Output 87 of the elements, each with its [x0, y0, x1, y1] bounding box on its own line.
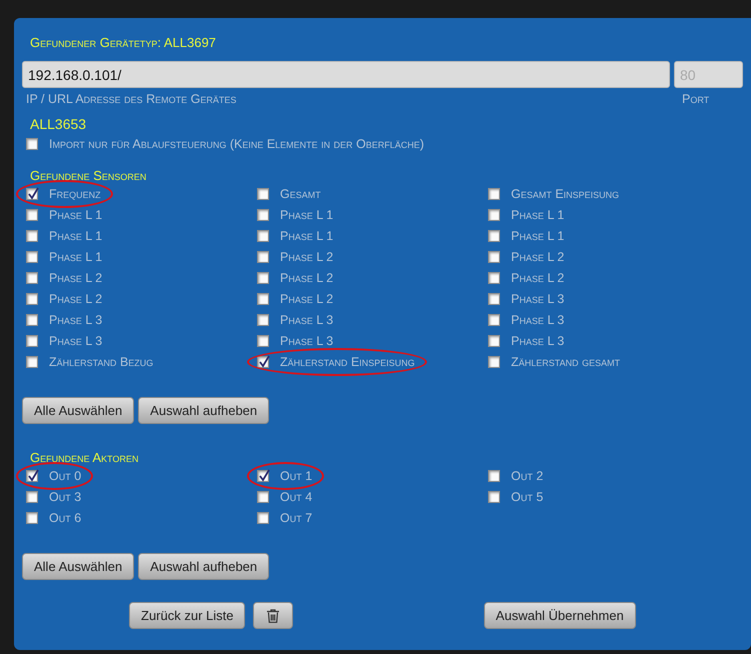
checkbox[interactable] [488, 251, 500, 263]
checkbox-label: Out 3 [49, 489, 82, 505]
checkbox-label: Phase L 1 [49, 249, 102, 265]
checkbox-label: Out 6 [49, 510, 82, 526]
checkbox[interactable] [26, 188, 38, 200]
checkbox[interactable] [26, 230, 38, 242]
checkbox-label: Phase L 1 [511, 228, 564, 244]
device-type-heading: Gefundener Gerätetyp: ALL3697 [30, 34, 217, 52]
checkbox-label: Phase L 2 [280, 249, 334, 265]
checkbox[interactable] [257, 209, 269, 221]
section-heading: Gefundene Sensoren [30, 167, 148, 185]
checkbox-label: Phase L 1 [511, 207, 564, 223]
address-field[interactable]: 192.168.0.101/ [22, 61, 670, 88]
trash-icon [267, 608, 280, 622]
checkbox[interactable] [257, 251, 269, 263]
checkbox-label: Phase L 2 [49, 270, 102, 286]
checkbox[interactable] [26, 470, 38, 482]
checkbox[interactable] [488, 272, 500, 284]
checkbox-label: Phase L 2 [280, 291, 334, 307]
checkbox[interactable] [26, 335, 38, 347]
deselect-button[interactable]: Auswahl aufheben [138, 397, 270, 424]
checkbox[interactable] [257, 230, 269, 242]
checkbox-label: Phase L 2 [49, 291, 102, 307]
delete-button[interactable] [253, 602, 294, 629]
checkbox[interactable] [488, 470, 500, 482]
checkbox[interactable] [488, 209, 500, 221]
back-button[interactable]: Zurück zur Liste [129, 602, 246, 629]
checkbox-label: Out 0 [49, 468, 82, 484]
checkbox-label: Phase L 3 [511, 312, 564, 328]
device-name: ALL3653 [30, 115, 88, 133]
checkbox-label: Zählerstand Bezug [49, 354, 154, 370]
deselect-button[interactable]: Auswahl aufheben [138, 553, 270, 580]
checkbox-label: Phase L 2 [280, 270, 334, 286]
select-all-button[interactable]: Alle Auswählen [22, 553, 134, 580]
checkbox-label: Phase L 1 [49, 228, 102, 244]
checkbox-label: Zählerstand gesamt [511, 354, 620, 370]
checkbox-label: Frequenz [49, 186, 101, 202]
checkbox[interactable] [26, 314, 38, 326]
apply-button[interactable]: Auswahl Übernehmen [484, 602, 636, 629]
checkbox-label: Phase L 2 [511, 270, 564, 286]
checkbox-label: Phase L 3 [49, 312, 102, 328]
checkbox-label: Out 5 [511, 489, 544, 505]
checkbox-label: Out 4 [280, 489, 312, 505]
checkbox[interactable] [26, 356, 38, 368]
checkbox[interactable] [26, 512, 38, 524]
checkbox[interactable] [257, 314, 269, 326]
checkbox-label: Phase L 3 [49, 333, 102, 349]
select-all-button[interactable]: Alle Auswählen [22, 397, 134, 424]
checkbox[interactable] [488, 293, 500, 305]
checkbox-label: Gesamt [280, 186, 321, 202]
checkbox-label: Out 1 [280, 468, 312, 484]
checkbox-label: Import nur für Ablaufsteuerung (Keine Elemente in der Oberfläche) [49, 136, 424, 152]
checkbox[interactable] [257, 491, 269, 503]
checkbox-label: Out 7 [280, 510, 312, 526]
checkbox[interactable] [257, 188, 269, 200]
checkbox-label: Phase L 3 [280, 333, 334, 349]
checkbox[interactable] [26, 491, 38, 503]
checkbox-label: Phase L 3 [280, 312, 334, 328]
checkbox[interactable] [26, 272, 38, 284]
checkbox[interactable] [488, 356, 500, 368]
checkbox[interactable] [257, 335, 269, 347]
checkbox-label: Phase L 1 [49, 207, 102, 223]
checkbox-label: Gesamt Einspeisung [511, 186, 620, 202]
checkbox-label: Phase L 3 [511, 333, 564, 349]
checkbox[interactable] [488, 230, 500, 242]
checkbox[interactable] [257, 293, 269, 305]
field-label: IP / URL Adresse des Remote Gerätes [26, 91, 238, 107]
checkbox-label: Phase L 2 [511, 249, 564, 265]
checkbox[interactable] [488, 335, 500, 347]
checkbox[interactable] [488, 314, 500, 326]
checkbox[interactable] [26, 209, 38, 221]
field-label: Port [681, 91, 710, 107]
checkbox-label: Zählerstand Einspeisung [280, 354, 415, 370]
checkbox[interactable] [26, 293, 38, 305]
checkbox[interactable] [257, 512, 269, 524]
checkbox[interactable] [26, 138, 38, 150]
checkbox[interactable] [257, 356, 269, 368]
checkbox-label: Phase L 1 [280, 228, 334, 244]
checkbox-label: Phase L 3 [511, 291, 564, 307]
checkbox-label: Out 2 [511, 468, 544, 484]
checkbox[interactable] [488, 188, 500, 200]
checkbox[interactable] [488, 491, 500, 503]
section-heading: Gefundene Aktoren [30, 449, 140, 467]
checkbox[interactable] [26, 251, 38, 263]
checkbox[interactable] [257, 470, 269, 482]
checkbox-label: Phase L 1 [280, 207, 334, 223]
checkbox[interactable] [257, 272, 269, 284]
